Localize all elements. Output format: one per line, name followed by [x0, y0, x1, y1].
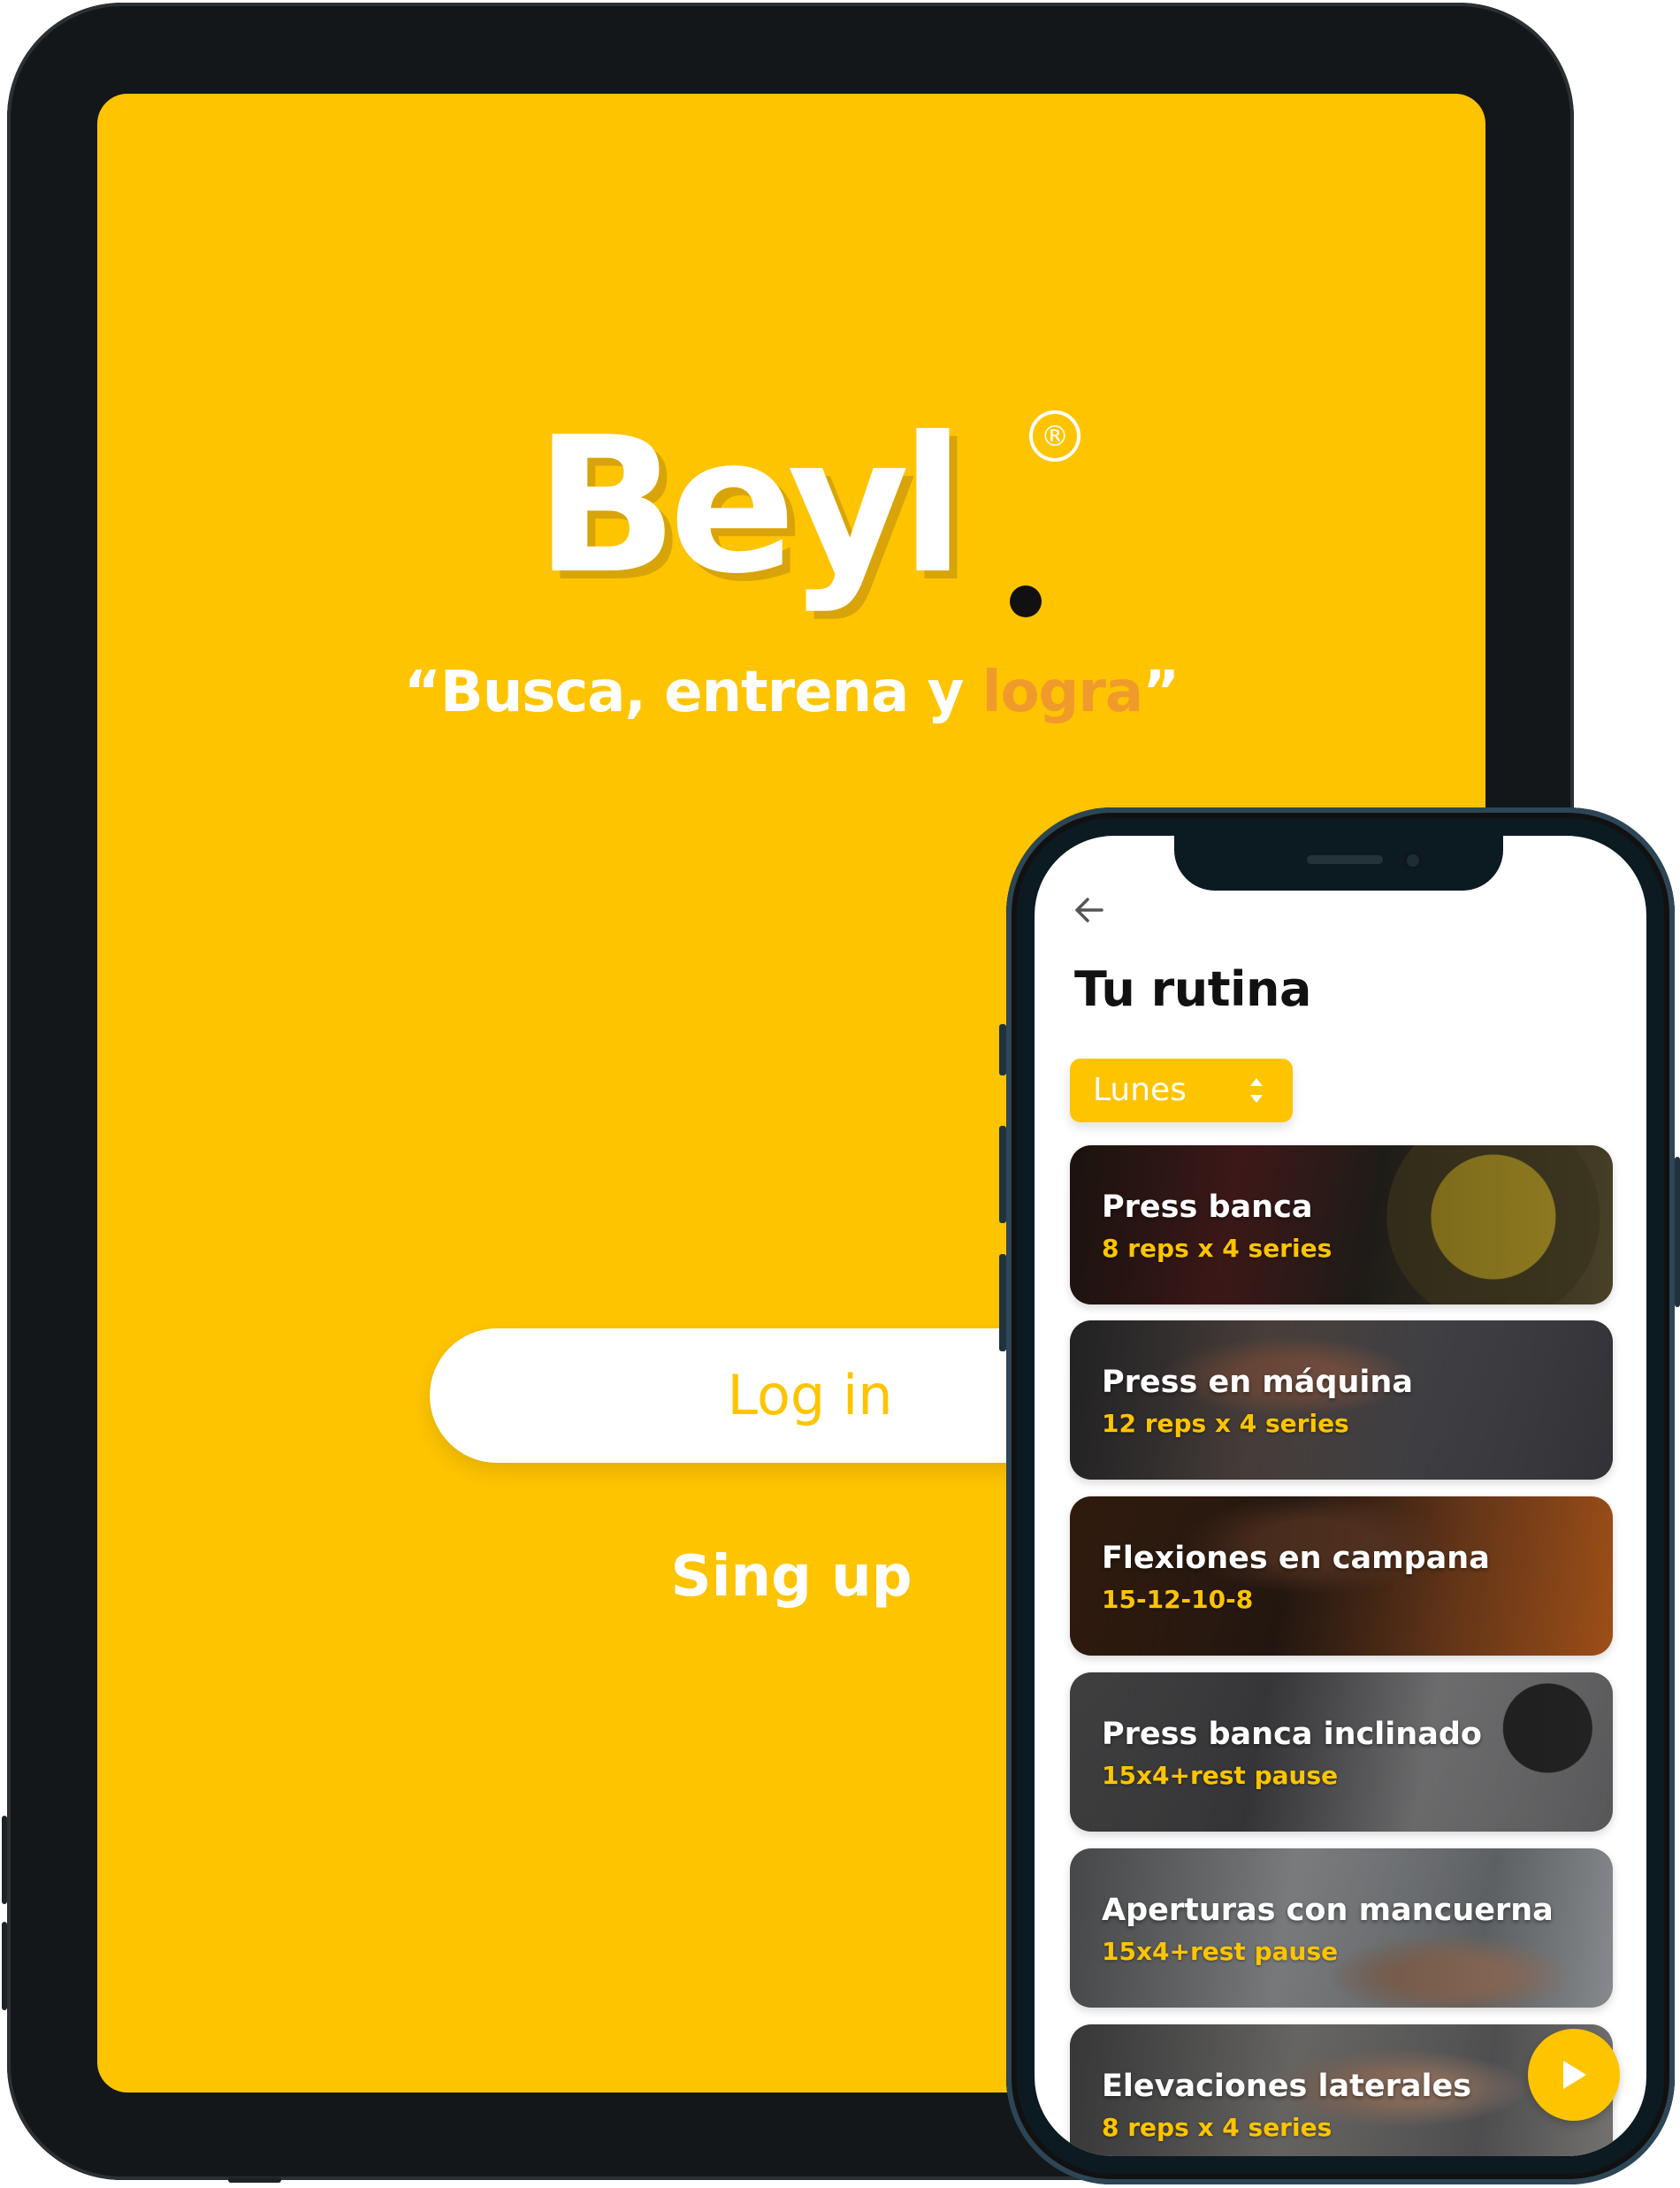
phone-side-button [999, 1024, 1006, 1075]
day-selector[interactable]: Lunes [1070, 1059, 1293, 1122]
play-button[interactable] [1528, 2029, 1620, 2121]
tagline-text: Busca, entrena y [439, 660, 982, 725]
exercise-detail: 12 reps x 4 series [1102, 1409, 1349, 1438]
page-title: Tu rutina [1074, 961, 1311, 1017]
beyl-logo: Beyl ® [97, 306, 1485, 677]
exercise-card[interactable]: Press banca inclinado 15x4+rest pause [1070, 1672, 1613, 1832]
exercise-name: Press banca [1102, 1190, 1313, 1225]
exercise-card[interactable]: Aperturas con mancuerna 15x4+rest pause [1070, 1848, 1613, 2008]
card-overlay [1070, 1672, 1613, 1832]
exercise-name: Press banca inclinado [1102, 1717, 1482, 1752]
tablet-side-button [2, 1816, 7, 1904]
exercise-card[interactable]: Flexiones en campana 15-12-10-8 [1070, 1496, 1613, 1656]
exercise-detail: 15x4+rest pause [1102, 1937, 1339, 1966]
phone-device: Tu rutina Lunes Press banca 8 reps x 4 s… [999, 807, 1680, 2184]
exercise-card[interactable]: Press banca 8 reps x 4 series [1070, 1145, 1613, 1304]
card-overlay [1070, 1145, 1613, 1304]
exercise-name: Flexiones en campana [1102, 1541, 1490, 1576]
exercise-name: Press en máquina [1102, 1365, 1413, 1400]
phone-screen: Tu rutina Lunes Press banca 8 reps x 4 s… [1035, 836, 1646, 2156]
tagline-open-quote: “ [403, 660, 441, 725]
card-overlay [1070, 1848, 1613, 2008]
tagline: “Busca, entrena y logra” [97, 660, 1485, 725]
exercise-detail: 15x4+rest pause [1102, 1761, 1339, 1790]
exercise-detail: 8 reps x 4 series [1102, 2113, 1333, 2142]
tablet-side-button [2, 1922, 7, 2010]
play-icon [1563, 2061, 1586, 2089]
day-selector-value: Lunes [1093, 1072, 1187, 1108]
exercise-detail: 15-12-10-8 [1102, 1585, 1254, 1614]
exercise-card[interactable]: Press en máquina 12 reps x 4 series [1070, 1320, 1613, 1480]
exercise-name: Aperturas con mancuerna [1102, 1893, 1554, 1928]
card-overlay [1070, 1496, 1613, 1656]
phone-side-button [1675, 1157, 1680, 1307]
exercise-detail: 8 reps x 4 series [1102, 1234, 1333, 1263]
arrow-left-icon[interactable] [1068, 889, 1111, 931]
tagline-close-quote: ” [1142, 660, 1180, 725]
phone-notch [1174, 836, 1503, 891]
tagline-accent: logra [981, 660, 1143, 725]
front-camera [1402, 850, 1424, 871]
updown-chevron-icon [1250, 1078, 1263, 1103]
exercise-name: Elevaciones laterales [1102, 2069, 1472, 2104]
card-overlay [1070, 1320, 1613, 1480]
phone-side-button [999, 1254, 1006, 1351]
logo-wordmark: Beyl [535, 396, 965, 615]
speaker [1307, 855, 1383, 864]
registered-mark: ® [1029, 410, 1081, 462]
logo-dot [1010, 585, 1042, 617]
tablet-bottom-button [228, 2177, 281, 2183]
phone-side-button [999, 1126, 1006, 1223]
